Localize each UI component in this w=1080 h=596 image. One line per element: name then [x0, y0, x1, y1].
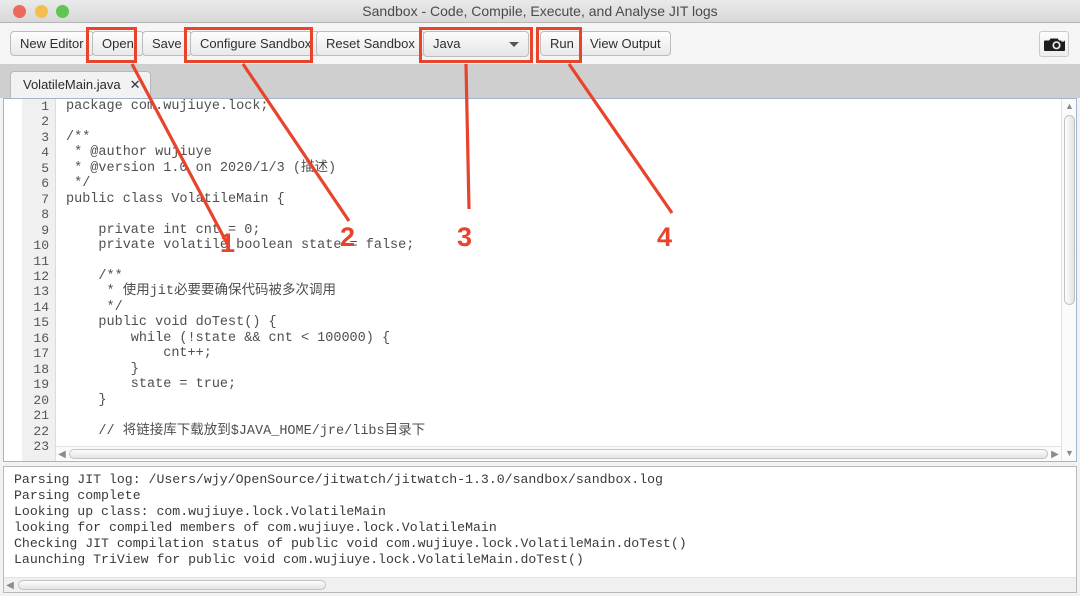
tab-label: VolatileMain.java [23, 77, 121, 92]
title-bar: Sandbox - Code, Compile, Execute, and An… [0, 0, 1080, 23]
line-number: 10 [33, 238, 49, 254]
line-number: 4 [41, 145, 49, 161]
run-button[interactable]: Run [540, 31, 584, 56]
code-line: public void doTest() { [66, 315, 277, 331]
line-number: 9 [41, 222, 49, 238]
log-line: Parsing JIT log: /Users/wjy/OpenSource/j… [14, 472, 663, 487]
code-line: } [66, 392, 107, 408]
reset-sandbox-button[interactable]: Reset Sandbox [316, 31, 425, 56]
code-line: * @version 1.0 on 2020/1/3 (描述) [66, 160, 337, 176]
tab-strip: VolatileMain.java ✕ [0, 65, 1080, 98]
log-line: Checking JIT compilation status of publi… [14, 536, 687, 551]
line-number: 16 [33, 330, 49, 346]
editor-horizontal-scroll-thumb[interactable] [69, 449, 1048, 459]
tab-volatilemain-java[interactable]: VolatileMain.java ✕ [10, 71, 152, 98]
code-line: */ [66, 299, 123, 315]
console-scroll-left-icon[interactable]: ◀ [5, 580, 15, 591]
line-number: 6 [41, 176, 49, 192]
code-editor[interactable]: 1 2 3 4 5 6 7 8 9 10 11 12 13 14 15 16 17 18 19 20 21 22 23 pa… [3, 98, 1077, 462]
window-title: Sandbox - Code, Compile, Execute, and An… [362, 3, 718, 19]
code-content[interactable]: package com.wujiuye.lock; /** * @author … [66, 99, 1060, 454]
line-number: 20 [33, 392, 49, 408]
code-line: while (!state && cnt < 100000) { [66, 330, 391, 346]
console-horizontal-scrollbar[interactable]: ◀ [4, 577, 1076, 592]
code-line: public class VolatileMain { [66, 191, 285, 207]
log-line: Launching TriView for public void com.wu… [14, 552, 584, 567]
line-number: 7 [41, 191, 49, 207]
scroll-left-icon[interactable]: ◀ [57, 449, 67, 460]
open-button[interactable]: Open [92, 31, 144, 56]
line-number: 14 [33, 299, 49, 315]
configure-sandbox-button[interactable]: Configure Sandbox [190, 31, 322, 56]
scroll-up-icon[interactable]: ▲ [1065, 102, 1074, 111]
code-line: state = true; [66, 377, 237, 393]
language-select-value: Java [433, 36, 461, 51]
code-line: /** [66, 268, 123, 284]
log-output-panel[interactable]: Parsing JIT log: /Users/wjy/OpenSource/j… [3, 466, 1077, 593]
editor-horizontal-scrollbar[interactable]: ◀ ▶ [56, 446, 1061, 461]
line-number: 15 [33, 315, 49, 331]
code-line: // 将链接库下载放到$JAVA_HOME/jre/libs目录下 [66, 423, 426, 439]
code-line: */ [66, 176, 91, 192]
line-number: 19 [33, 377, 49, 393]
code-line: package com.wujiuye.lock; [66, 99, 269, 114]
line-number: 12 [33, 268, 49, 284]
view-output-button[interactable]: View Output [580, 31, 671, 56]
line-number: 5 [41, 160, 49, 176]
code-line: /** [66, 129, 91, 145]
code-line: } [66, 361, 139, 377]
code-line: cnt++; [66, 346, 212, 362]
log-line: Parsing complete [14, 488, 141, 503]
save-button[interactable]: Save [142, 31, 192, 56]
line-number: 11 [33, 253, 49, 269]
code-line: private volatile boolean state = false; [66, 238, 415, 254]
chevron-down-icon [509, 42, 519, 47]
line-number-gutter: 1 2 3 4 5 6 7 8 9 10 11 12 13 14 15 16 17 18 19 20 21 22 23 [22, 99, 56, 461]
code-line: private int cnt = 0; [66, 222, 261, 238]
scroll-down-icon[interactable]: ▼ [1065, 449, 1074, 458]
line-number: 18 [33, 361, 49, 377]
line-number: 17 [33, 346, 49, 362]
language-select[interactable]: Java [423, 31, 529, 57]
editor-vertical-scroll-thumb[interactable] [1064, 115, 1075, 305]
line-number: 22 [33, 423, 49, 439]
toolbar: New Editor Open Save Configure Sandbox R… [0, 23, 1080, 65]
log-line: Looking up class: com.wujiuye.lock.Volat… [14, 504, 386, 519]
editor-vertical-scrollbar[interactable]: ▲ ▼ [1061, 99, 1076, 461]
line-number: 3 [41, 129, 49, 145]
line-number: 13 [33, 284, 49, 300]
line-number: 23 [33, 438, 49, 454]
line-number: 2 [41, 114, 49, 130]
tab-close-icon[interactable]: ✕ [130, 72, 141, 97]
line-number: 21 [33, 408, 49, 424]
log-output-text: Parsing JIT log: /Users/wjy/OpenSource/j… [14, 472, 687, 568]
log-line: looking for compiled members of com.wuji… [14, 520, 497, 535]
camera-icon [1044, 38, 1065, 51]
snapshot-button[interactable] [1039, 31, 1069, 57]
line-number: 1 [41, 99, 49, 114]
console-horizontal-scroll-thumb[interactable] [18, 580, 326, 590]
sandbox-window: Sandbox - Code, Compile, Execute, and An… [0, 0, 1080, 596]
line-number: 8 [41, 207, 49, 223]
code-line: * @author wujiuye [66, 145, 212, 161]
code-line: * 使用jit必要要确保代码被多次调用 [66, 284, 337, 300]
new-editor-button[interactable]: New Editor [10, 31, 94, 56]
scroll-right-icon[interactable]: ▶ [1050, 449, 1060, 460]
